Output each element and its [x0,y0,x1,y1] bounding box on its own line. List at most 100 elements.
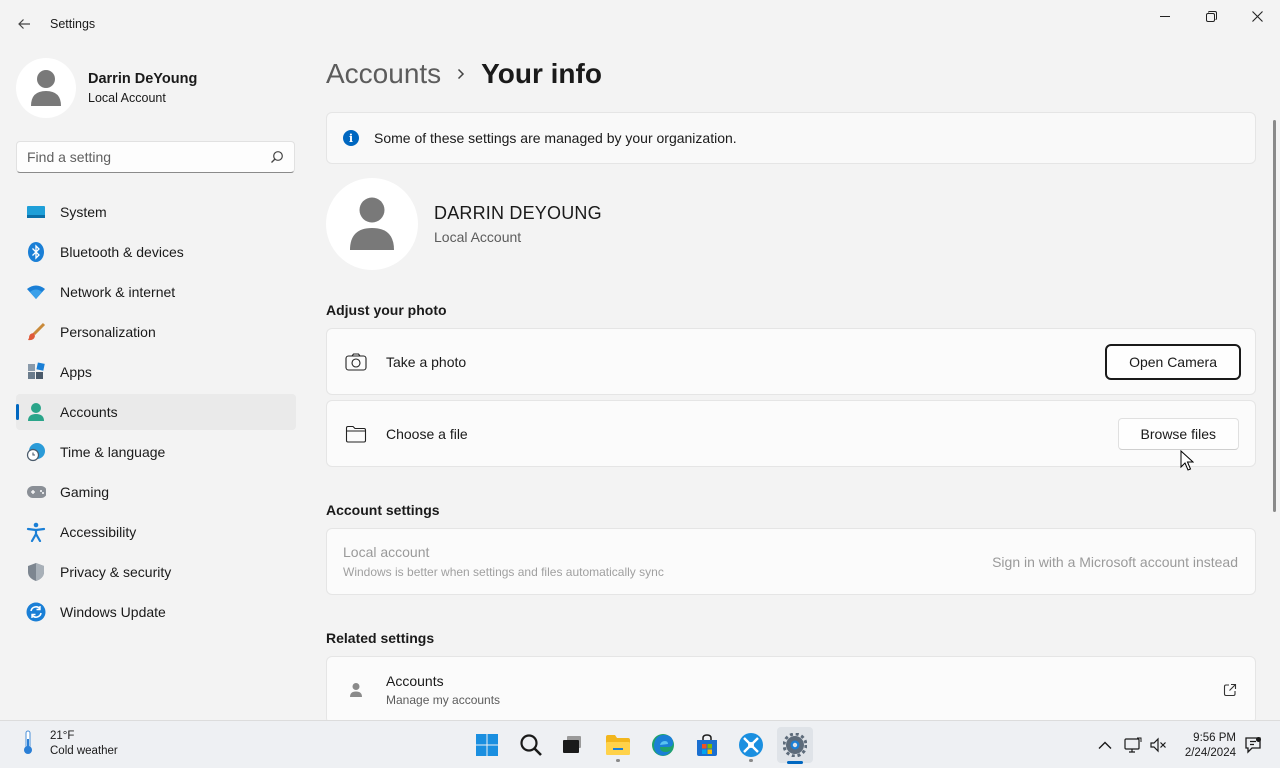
profile-account-type: Local Account [88,91,166,105]
browse-files-button[interactable]: Browse files [1117,417,1239,450]
active-indicator [787,761,803,764]
sidebar-item-time-language[interactable]: Time & language [16,434,296,470]
sidebar-profile: Darrin DeYoung Local Account [16,58,197,118]
breadcrumb-parent[interactable]: Accounts [326,58,441,90]
accounts-icon [26,402,46,422]
close-button[interactable] [1234,0,1280,32]
start-button[interactable] [469,727,505,763]
camera-icon [345,351,367,373]
local-account-card: Local account Windows is better when set… [326,528,1256,595]
search-input[interactable] [17,142,257,172]
sidebar-item-network[interactable]: Network & internet [16,274,296,310]
edge-button[interactable] [645,727,681,763]
sidebar-item-system[interactable]: System [16,194,296,230]
snipping-app-button[interactable] [733,727,769,763]
sidebar-item-privacy[interactable]: Privacy & security [16,554,296,590]
taskbar-clock[interactable]: 9:56 PM 2/24/2024 [1178,731,1236,761]
task-view-icon [563,736,581,753]
take-photo-label: Take a photo [386,353,467,370]
brush-icon [26,322,46,342]
running-indicator [749,759,753,762]
scrollbar[interactable] [1273,120,1276,512]
user-avatar [326,178,418,270]
taskbar-search-button[interactable] [513,727,549,763]
apps-icon [26,362,46,382]
choose-file-label: Choose a file [386,425,468,442]
sidebar-item-gaming[interactable]: Gaming [16,474,296,510]
related-settings-heading: Related settings [326,630,435,646]
sidebar-item-label: Windows Update [60,604,166,620]
sidebar-item-windows-update[interactable]: Windows Update [16,594,296,630]
search-box [16,141,295,173]
store-icon [697,734,717,756]
weather-condition: Cold weather [50,744,118,757]
volume-tray-button[interactable] [1148,735,1168,755]
weather-widget[interactable]: 21°F Cold weather [18,729,118,757]
windows-logo-icon [476,734,498,756]
network-tray-button[interactable] [1123,735,1143,755]
person-icon [350,197,394,250]
sidebar-item-label: Privacy & security [60,564,172,580]
bluetooth-icon [26,242,46,262]
user-block: DARRIN DEYOUNG Local Account [326,178,602,270]
sidebar-nav: System Bluetooth & devices Network & int… [16,194,296,634]
choose-file-card: Choose a file Browse files [326,400,1256,467]
related-accounts-card[interactable]: Accounts Manage my accounts [326,656,1256,720]
edge-icon [652,734,674,756]
local-account-title: Local account [343,544,430,560]
restore-button[interactable] [1188,0,1234,32]
sidebar-item-accessibility[interactable]: Accessibility [16,514,296,550]
sidebar-item-bluetooth[interactable]: Bluetooth & devices [16,234,296,270]
notification-icon [1245,737,1261,754]
close-icon [1251,10,1263,22]
system-icon [26,202,46,222]
user-account-type: Local Account [434,229,522,245]
tool-app-icon [739,733,763,757]
search-icon[interactable] [270,150,284,164]
open-camera-button[interactable]: Open Camera [1105,343,1241,380]
person-icon [31,70,61,106]
person-icon [345,679,367,701]
back-button[interactable] [10,10,38,38]
profile-name: Darrin DeYoung [88,71,198,87]
tray-overflow-button[interactable] [1095,735,1115,755]
taskbar: 21°F Cold weather 9:56 PM 2/24/2024 [0,720,1280,768]
account-settings-heading: Account settings [326,502,440,518]
info-icon: i [343,130,359,146]
chevron-right-icon [457,68,465,80]
mouse-cursor-icon [1180,450,1194,471]
thermometer-icon [24,730,32,754]
folder-icon [345,423,367,445]
sidebar-item-personalization[interactable]: Personalization [16,314,296,350]
microsoft-signin-link[interactable]: Sign in with a Microsoft account instead [992,554,1238,570]
network-icon [1124,737,1142,753]
gear-icon [783,733,807,757]
task-view-button[interactable] [554,727,590,763]
folder-icon [606,735,630,755]
sidebar-item-label: System [60,204,107,220]
info-banner-text: Some of these settings are managed by yo… [374,130,737,146]
sidebar-item-label: Personalization [60,324,156,340]
app-title: Settings [50,17,96,31]
running-indicator [616,759,620,762]
accessibility-icon [26,522,46,542]
wifi-icon [26,282,46,302]
search-icon [520,734,542,756]
sidebar-item-label: Accessibility [60,524,137,540]
arrow-left-icon [18,19,30,29]
gamepad-icon [26,482,46,502]
related-accounts-title: Accounts [386,673,444,689]
notifications-button[interactable] [1243,735,1263,755]
store-button[interactable] [689,727,725,763]
external-link-icon [1223,683,1237,697]
settings-app-button[interactable] [777,727,813,764]
sidebar-item-label: Time & language [60,444,166,460]
local-account-subtitle: Windows is better when settings and file… [343,565,664,579]
speaker-muted-icon [1150,737,1166,753]
update-icon [26,602,46,622]
take-photo-card: Take a photo Open Camera [326,328,1256,395]
file-explorer-button[interactable] [600,727,636,763]
sidebar-item-apps[interactable]: Apps [16,354,296,390]
minimize-button[interactable] [1142,0,1188,32]
sidebar-item-accounts[interactable]: Accounts [16,394,296,430]
